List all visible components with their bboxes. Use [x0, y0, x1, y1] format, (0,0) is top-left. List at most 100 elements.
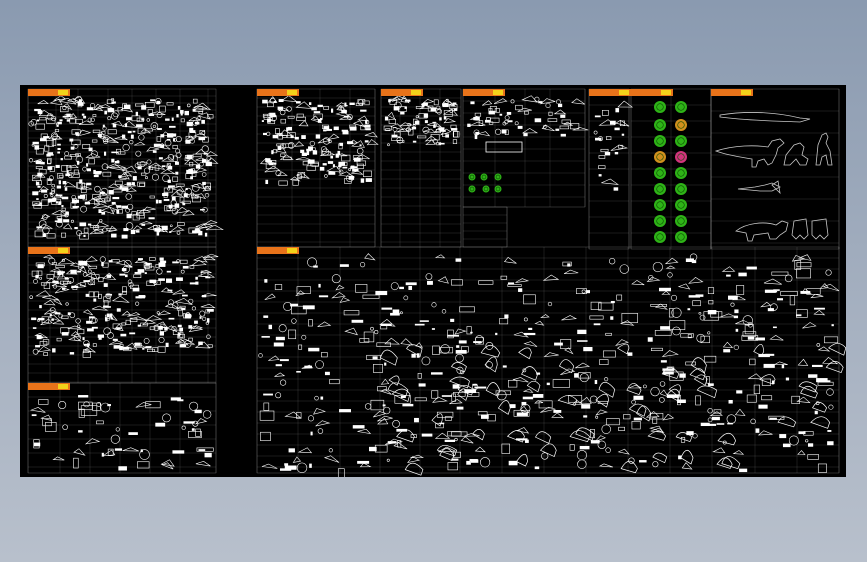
- block-symbol: [716, 423, 725, 425]
- block-symbol: [555, 128, 560, 131]
- block-symbol: [125, 208, 130, 213]
- block-symbol: [509, 404, 516, 409]
- block-symbol: [57, 147, 61, 150]
- block-symbol: [388, 119, 397, 124]
- block-symbol: [827, 441, 834, 446]
- block-symbol: [317, 428, 324, 434]
- block-symbol: [111, 233, 117, 238]
- block-symbol: [125, 123, 128, 128]
- block-symbol: [35, 166, 43, 169]
- block-symbol: [417, 373, 422, 379]
- block-symbol: [604, 377, 609, 382]
- block-symbol: [545, 102, 551, 108]
- rockery-outline: [497, 400, 511, 415]
- block-symbol: [400, 111, 405, 115]
- block-symbol: [107, 332, 114, 339]
- block-symbol: [349, 102, 355, 106]
- block-symbol: [571, 98, 585, 105]
- block-symbol: [132, 287, 140, 292]
- block-symbol: [191, 428, 195, 431]
- block-symbol: [277, 106, 283, 110]
- block-symbol: [142, 206, 156, 212]
- cad-drawing[interactable]: [20, 85, 846, 477]
- block-symbol: [730, 302, 735, 307]
- block-symbol: [188, 325, 193, 329]
- block-symbol: [138, 258, 143, 261]
- block-symbol: [432, 345, 440, 355]
- block-symbol: [265, 179, 269, 185]
- block-symbol: [302, 161, 309, 166]
- block-symbol: [294, 136, 299, 140]
- block-symbol: [121, 268, 127, 272]
- block-symbol: [315, 360, 324, 369]
- block-symbol: [321, 352, 328, 358]
- block-symbol: [278, 324, 287, 333]
- block-symbol: [296, 462, 308, 474]
- block-symbol: [290, 135, 294, 138]
- block-symbol: [86, 182, 92, 186]
- block-symbol: [172, 302, 179, 309]
- block-symbol: [160, 134, 165, 138]
- block-symbol: [328, 448, 333, 453]
- block-symbol: [339, 264, 349, 267]
- block-symbol: [103, 283, 108, 287]
- block-symbol: [352, 425, 365, 429]
- block-symbol: [188, 168, 193, 172]
- block-symbol: [203, 152, 208, 155]
- block-symbol: [42, 226, 50, 234]
- block-symbol: [162, 193, 169, 197]
- block-symbol: [665, 265, 676, 269]
- block-symbol: [576, 450, 587, 461]
- block-symbol: [403, 295, 409, 301]
- block-symbol: [687, 308, 691, 311]
- block-symbol: [176, 114, 179, 118]
- block-symbol: [52, 348, 56, 353]
- block-symbol: [454, 328, 467, 335]
- block-symbol: [199, 162, 204, 167]
- block-symbol: [487, 414, 496, 422]
- block-symbol: [64, 187, 68, 191]
- block-symbol: [37, 336, 44, 339]
- block-symbol: [60, 158, 63, 161]
- block-symbol: [135, 150, 142, 157]
- block-symbol: [279, 379, 287, 386]
- block-symbol: [669, 320, 686, 330]
- block-symbol: [777, 298, 784, 301]
- block-symbol: [341, 129, 348, 132]
- block-symbol: [707, 287, 715, 294]
- block-symbol: [149, 195, 155, 199]
- block-symbol: [126, 213, 132, 219]
- block-symbol: [489, 106, 497, 112]
- plant-symbol: [654, 183, 666, 195]
- block-symbol: [64, 277, 69, 280]
- section-header-accent: [287, 248, 297, 253]
- block-symbol: [200, 269, 212, 273]
- block-symbol: [58, 400, 67, 410]
- block-symbol: [417, 135, 427, 139]
- block-symbol: [618, 426, 625, 431]
- block-symbol: [431, 302, 437, 308]
- block-symbol: [797, 358, 809, 366]
- drawing-canvas[interactable]: [20, 85, 846, 477]
- block-symbol: [757, 430, 773, 436]
- block-symbol: [652, 461, 659, 468]
- rockery-outline: [825, 361, 844, 374]
- block-symbol: [36, 270, 43, 276]
- block-symbol: [707, 417, 713, 423]
- block-symbol: [180, 118, 185, 123]
- block-symbol: [313, 407, 326, 415]
- cad-viewport[interactable]: [0, 0, 867, 562]
- block-symbol: [58, 174, 64, 178]
- block-symbol: [408, 285, 413, 290]
- block-symbol: [708, 383, 714, 386]
- block-symbol: [796, 314, 802, 317]
- block-symbol: [103, 327, 111, 336]
- block-symbol: [433, 99, 439, 106]
- block-symbol: [279, 468, 292, 471]
- block-symbol: [556, 99, 561, 105]
- block-symbol: [364, 124, 371, 128]
- block-symbol: [139, 449, 150, 460]
- block-symbol: [761, 378, 771, 386]
- block-symbol: [574, 373, 579, 378]
- block-symbol: [598, 165, 606, 169]
